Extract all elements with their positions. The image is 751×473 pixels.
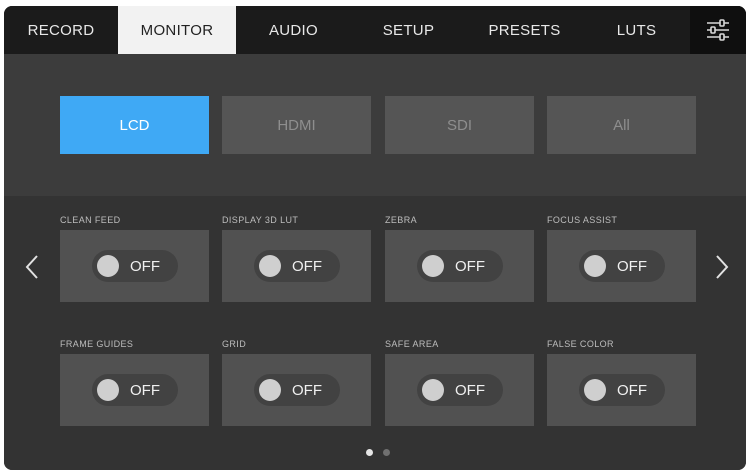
toggle-state: OFF (617, 381, 647, 399)
false-color-cell[interactable]: OFF (547, 354, 696, 426)
option-label-clean-feed: CLEAN FEED (60, 215, 121, 225)
toggle-knob (584, 255, 606, 277)
toggle-knob (97, 379, 119, 401)
display-3d-lut-cell[interactable]: OFF (222, 230, 371, 302)
page-dot-2[interactable] (383, 449, 390, 456)
tab-record[interactable]: RECORD (4, 6, 118, 54)
focus-assist-cell[interactable]: OFF (547, 230, 696, 302)
option-label-frame-guides: FRAME GUIDES (60, 339, 134, 349)
tab-presets[interactable]: PRESETS (466, 6, 583, 54)
option-label-display-3d-lut: DISPLAY 3D LUT (222, 215, 299, 225)
option-label-zebra: ZEBRA (385, 215, 418, 225)
zebra-cell[interactable]: OFF (385, 230, 534, 302)
toggle-knob (259, 379, 281, 401)
toggle-knob (97, 255, 119, 277)
focus-assist-toggle[interactable]: OFF (579, 250, 665, 282)
tab-setup[interactable]: SETUP (351, 6, 466, 54)
toggle-state: OFF (130, 257, 160, 275)
monitor-settings-screen: RECORD MONITOR AUDIO SETUP PRESETS LUTS … (4, 6, 746, 470)
output-lcd-button[interactable]: LCD (60, 96, 209, 154)
output-selector: LCD HDMI SDI All (4, 54, 746, 196)
clean-feed-toggle[interactable]: OFF (92, 250, 178, 282)
tab-bar: RECORD MONITOR AUDIO SETUP PRESETS LUTS (4, 6, 746, 54)
option-label-grid: GRID (222, 339, 247, 349)
settings-tab-button[interactable] (690, 6, 746, 54)
option-label-focus-assist: FOCUS ASSIST (547, 215, 618, 225)
chevron-left-icon (25, 255, 38, 279)
toggle-knob (422, 379, 444, 401)
previous-page-button[interactable] (18, 249, 46, 285)
toggle-knob (259, 255, 281, 277)
safe-area-toggle[interactable]: OFF (417, 374, 503, 406)
tab-monitor[interactable]: MONITOR (118, 6, 236, 54)
toggle-knob (422, 255, 444, 277)
sliders-icon (707, 19, 729, 41)
toggle-state: OFF (130, 381, 160, 399)
output-all-button[interactable]: All (547, 96, 696, 154)
toggle-state: OFF (292, 381, 322, 399)
grid-toggle[interactable]: OFF (254, 374, 340, 406)
frame-guides-toggle[interactable]: OFF (92, 374, 178, 406)
false-color-toggle[interactable]: OFF (579, 374, 665, 406)
toggle-knob (584, 379, 606, 401)
output-sdi-button[interactable]: SDI (385, 96, 534, 154)
option-label-safe-area: SAFE AREA (385, 339, 439, 349)
toggle-state: OFF (455, 381, 485, 399)
grid-cell[interactable]: OFF (222, 354, 371, 426)
option-label-false-color: FALSE COLOR (547, 339, 614, 349)
tab-audio[interactable]: AUDIO (236, 6, 351, 54)
toggle-state: OFF (617, 257, 647, 275)
clean-feed-cell[interactable]: OFF (60, 230, 209, 302)
frame-guides-cell[interactable]: OFF (60, 354, 209, 426)
toggle-state: OFF (292, 257, 322, 275)
display-3d-lut-toggle[interactable]: OFF (254, 250, 340, 282)
page-dot-1[interactable] (366, 449, 373, 456)
safe-area-cell[interactable]: OFF (385, 354, 534, 426)
output-hdmi-button[interactable]: HDMI (222, 96, 371, 154)
chevron-right-icon (716, 255, 729, 279)
zebra-toggle[interactable]: OFF (417, 250, 503, 282)
next-page-button[interactable] (708, 249, 736, 285)
tab-luts[interactable]: LUTS (583, 6, 690, 54)
toggle-state: OFF (455, 257, 485, 275)
